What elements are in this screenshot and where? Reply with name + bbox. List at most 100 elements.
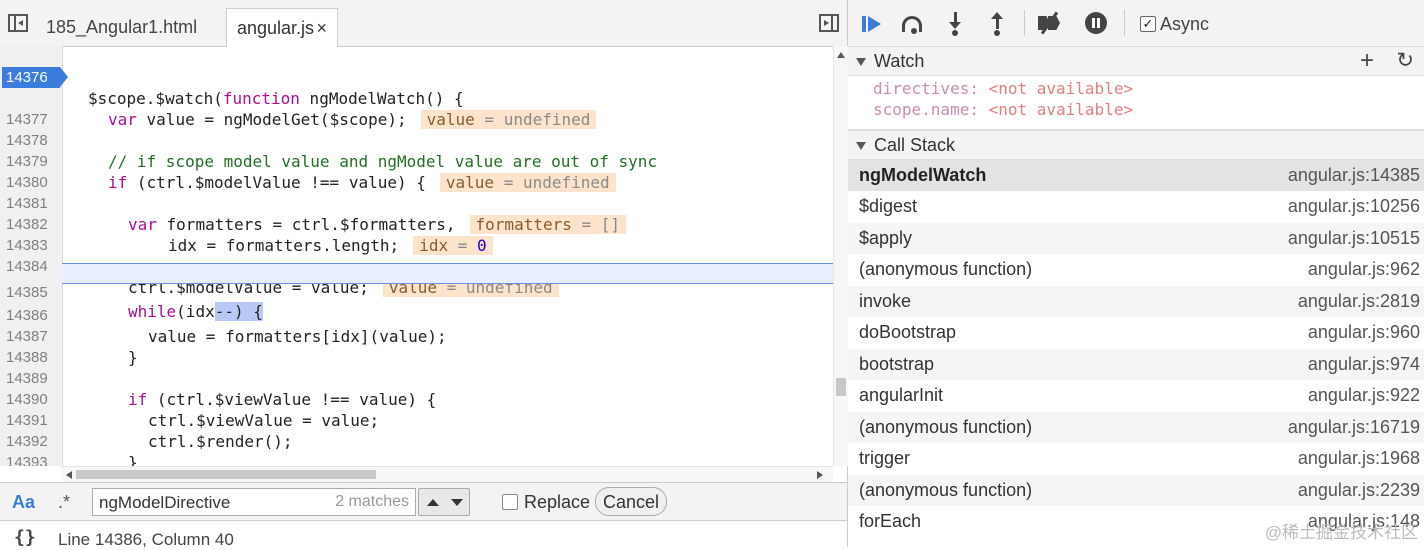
call-frame[interactable]: $digest angular.js:10256: [848, 191, 1424, 222]
deactivate-breakpoints-icon[interactable]: [1038, 11, 1062, 36]
add-watch-icon[interactable]: +: [1360, 47, 1374, 75]
frame-location[interactable]: angular.js:16719: [1288, 417, 1420, 438]
regex-toggle[interactable]: .*: [58, 492, 70, 513]
frame-function: (anonymous function): [859, 417, 1033, 437]
search-input[interactable]: [97, 491, 331, 515]
step-into-icon[interactable]: [944, 12, 968, 36]
call-frame[interactable]: bootstrap angular.js:974: [848, 349, 1424, 380]
frame-function: ngModelWatch: [859, 165, 987, 185]
tab-185-angular1-html[interactable]: 185_Angular1.html: [36, 8, 226, 46]
search-field[interactable]: 2 matches: [92, 488, 416, 516]
call-stack-header[interactable]: Call Stack: [848, 130, 1424, 160]
match-count: 2 matches: [335, 493, 409, 510]
call-frame[interactable]: doBootstrap angular.js:960: [848, 317, 1424, 348]
frame-location[interactable]: angular.js:974: [1308, 354, 1420, 375]
previous-match-icon[interactable]: [427, 499, 439, 506]
watermark: @稀土掘金技术社区: [1264, 523, 1418, 542]
watch-value: <not available>: [988, 100, 1134, 119]
call-frame[interactable]: (anonymous function) angular.js:2239: [848, 475, 1424, 506]
tab-label: angular.js: [237, 18, 315, 38]
toolbar-divider: [1024, 10, 1025, 36]
call-frame[interactable]: trigger angular.js:1968: [848, 443, 1424, 474]
tab-angular-js[interactable]: angular.js ×: [226, 8, 338, 47]
call-frame[interactable]: invoke angular.js:2819: [848, 286, 1424, 317]
frame-location[interactable]: angular.js:10256: [1288, 196, 1420, 217]
code-line: 14389 if (ctrl.$viewValue !== value) {: [0, 347, 833, 409]
frame-location[interactable]: angular.js:2819: [1298, 291, 1420, 312]
code-line: 14375 $scope.$watch(function ngModelWatc…: [0, 46, 833, 108]
editor-tab-bar: 185_Angular1.html angular.js ×: [0, 0, 847, 47]
scroll-right-icon[interactable]: [817, 471, 823, 479]
status-bar: {} Line 14386, Column 40: [0, 520, 847, 549]
horizontal-scrollbar[interactable]: [62, 466, 833, 483]
cursor-position: Line 14386, Column 40: [58, 530, 234, 549]
watch-title: Watch: [874, 51, 925, 71]
refresh-icon[interactable]: ↻: [1396, 49, 1414, 73]
frame-function: $digest: [859, 196, 918, 216]
frame-function: $apply: [859, 228, 913, 248]
toggle-debugger-icon[interactable]: [819, 14, 839, 32]
call-frame[interactable]: ngModelWatch angular.js:14385: [848, 160, 1424, 191]
frame-location[interactable]: angular.js:922: [1308, 385, 1420, 406]
frame-function: forEach: [859, 511, 922, 531]
call-stack-title: Call Stack: [874, 135, 956, 155]
code-line: 14384 ctrl.$modelValue = value; value = u…: [0, 235, 833, 297]
scroll-thumb[interactable]: [836, 378, 846, 396]
call-frame[interactable]: (anonymous function) angular.js:16719: [848, 412, 1424, 443]
scroll-up-icon[interactable]: [837, 52, 845, 58]
step-over-icon[interactable]: [902, 12, 926, 36]
step-out-icon[interactable]: [986, 12, 1010, 36]
code-line: 14394 return value;: [0, 452, 833, 466]
code-line: 14380: [0, 151, 833, 191]
async-checkbox[interactable]: ✓: [1140, 16, 1156, 32]
pause-on-exceptions-icon[interactable]: [1084, 12, 1108, 36]
search-bar: Aa .* 2 matches Replace Cancel: [0, 482, 847, 521]
line-number: 14376: [6, 69, 48, 86]
call-frame[interactable]: angularInit angular.js:922: [848, 380, 1424, 411]
debugger-toolbar: ✓ Async: [848, 0, 1424, 47]
watch-expression[interactable]: scope.name: <not available>: [873, 100, 1133, 119]
breakpoint-marker[interactable]: 14376: [2, 67, 68, 88]
code-line: 14388: [0, 326, 833, 366]
code-line: 14390 ctrl.$viewValue = value;: [0, 368, 833, 430]
replace-checkbox[interactable]: [502, 494, 518, 510]
resume-icon[interactable]: [860, 12, 884, 36]
frame-location[interactable]: angular.js:960: [1308, 322, 1420, 343]
replace-label: Replace: [524, 492, 591, 512]
code-line: 14383: [0, 214, 833, 254]
frame-location[interactable]: angular.js:1968: [1298, 448, 1420, 469]
code-line: 14376 var value = ngModelGet($scope); val…: [0, 67, 833, 129]
frame-location[interactable]: angular.js:14385: [1288, 165, 1420, 186]
vertical-scrollbar[interactable]: [833, 46, 848, 466]
call-frame[interactable]: $apply angular.js:10515: [848, 223, 1424, 254]
line-number[interactable]: 14384: [6, 256, 60, 277]
frame-function: doBootstrap: [859, 322, 957, 342]
watch-expression[interactable]: directives: <not available>: [873, 79, 1133, 98]
watch-value: <not available>: [988, 79, 1134, 98]
code-editor[interactable]: 14375 $scope.$watch(function ngModelWatc…: [0, 46, 833, 466]
tab-label: 185_Angular1.html: [46, 17, 198, 37]
search-nav: [418, 488, 470, 516]
frame-location[interactable]: angular.js:962: [1308, 259, 1420, 280]
frame-location[interactable]: angular.js:2239: [1298, 480, 1420, 501]
watch-header[interactable]: Watch + ↻: [848, 46, 1424, 76]
debugger-sidebar: ✓ Async Watch + ↻ directives: <not avail…: [848, 0, 1424, 547]
call-frame[interactable]: (anonymous function) angular.js:962: [848, 254, 1424, 285]
frame-function: angularInit: [859, 385, 944, 405]
editor-panel: 185_Angular1.html angular.js × 14375 $sc…: [0, 0, 848, 549]
frame-function: trigger: [859, 448, 911, 468]
match-case-toggle[interactable]: Aa: [12, 492, 35, 513]
code-line: 14379 if (ctrl.$modelValue !== value) {v…: [0, 130, 833, 192]
scroll-thumb[interactable]: [76, 470, 376, 479]
next-match-icon[interactable]: [451, 499, 463, 506]
close-tab-icon[interactable]: ×: [316, 9, 327, 47]
toggle-navigator-icon[interactable]: [8, 14, 28, 32]
frame-location[interactable]: angular.js:10515: [1288, 228, 1420, 249]
pretty-print-icon[interactable]: {}: [14, 527, 36, 548]
frame-function: invoke: [859, 291, 912, 311]
scroll-left-icon[interactable]: [66, 471, 72, 479]
code-line: 14386 value = formatters[idx](value);: [0, 284, 833, 346]
frame-function: (anonymous function): [859, 259, 1033, 279]
cancel-button[interactable]: Cancel: [595, 487, 667, 516]
watch-name: directives: [873, 79, 970, 98]
